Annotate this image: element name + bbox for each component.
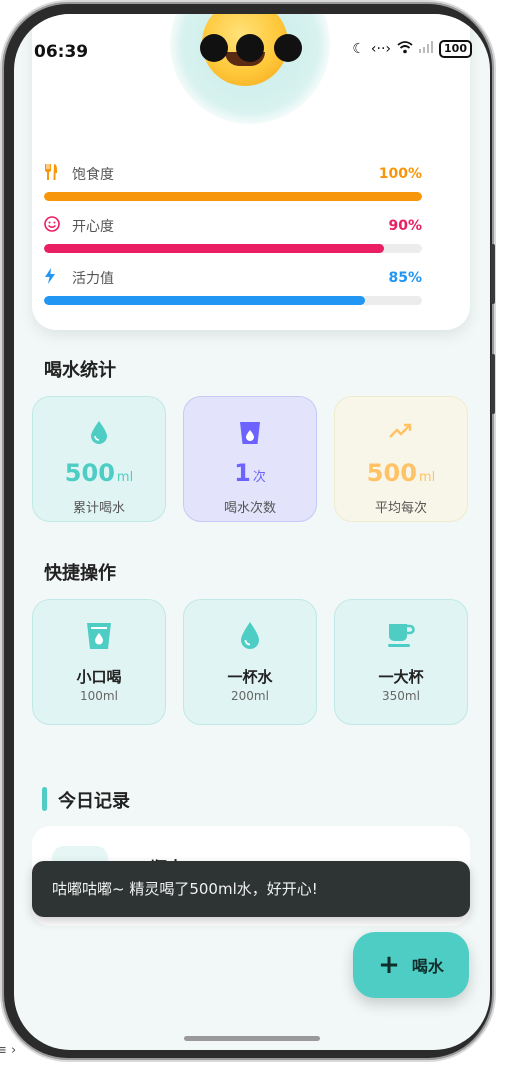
data-arrows-icon: ‹··› (370, 41, 392, 57)
camera-dot (236, 34, 264, 62)
quick-action-small-sip[interactable]: 小口喝 100ml (32, 599, 166, 725)
progress-track (44, 296, 422, 305)
cup-icon (184, 421, 316, 445)
tile-label: 平均每次 (374, 501, 427, 516)
quick-action-name: 一杯水 (227, 668, 273, 686)
moon-icon: ☾ (352, 41, 365, 57)
quick-action-amount: 350ml (382, 689, 420, 703)
progress-track (44, 244, 422, 253)
stat-label: 活力值 (72, 271, 114, 287)
status-icons: ☾ ‹··› 100 (352, 40, 472, 58)
home-indicator[interactable] (184, 1036, 320, 1041)
quick-action-amount: 200ml (231, 689, 269, 703)
progress-fill (44, 192, 422, 201)
stat-value: 85% (388, 270, 422, 286)
camera-dot (274, 34, 302, 62)
signal-icon (419, 41, 434, 57)
stat-label: 饱食度 (72, 167, 114, 183)
water-drop-icon (184, 622, 316, 649)
stat-value: 100% (378, 166, 422, 182)
toast-message: 咕嘟咕嘟~ 精灵喝了500ml水，好开心! (32, 861, 470, 917)
water-drop-icon (33, 421, 165, 445)
side-button (491, 244, 495, 304)
quick-action-one-cup[interactable]: 一杯水 200ml (183, 599, 317, 725)
smile-icon (44, 216, 64, 236)
battery-indicator: 100 (439, 40, 472, 58)
tile-value: 500 ml (64, 459, 134, 487)
quick-action-name: 一大杯 (378, 668, 424, 686)
stat-energy: 活力值 85% (44, 268, 422, 305)
tile-label: 累计喝水 (72, 501, 125, 516)
quick-action-amount: 100ml (80, 689, 118, 703)
stat-tile-total: 500 ml 累计喝水 (32, 396, 166, 522)
tile-label: 喝水次数 (223, 501, 276, 516)
section-title-quick-actions: 快捷操作 (44, 563, 116, 584)
cup-icon (33, 622, 165, 649)
coffee-icon (335, 622, 467, 647)
quick-action-name: 小口喝 (76, 668, 122, 686)
stat-tile-average: 500 ml 平均每次 (334, 396, 468, 522)
stat-tile-count: 1次 喝水次数 (183, 396, 317, 522)
background-menu-text: ≡ › (0, 1043, 17, 1058)
camera-dot (200, 34, 228, 62)
side-button (491, 354, 495, 414)
fork-knife-icon (44, 164, 64, 184)
progress-fill (44, 244, 385, 253)
stat-satiety: 饱食度 100% (44, 164, 422, 201)
progress-fill (44, 296, 366, 305)
stat-label: 开心度 (72, 219, 114, 235)
status-time: 06:39 (34, 42, 89, 62)
quick-action-big-cup[interactable]: 一大杯 350ml (334, 599, 468, 725)
section-title-records: 今日记录 (58, 791, 130, 812)
progress-track (44, 192, 422, 201)
app-screen: 06:39 ☾ ‹··› 100 饱食度 100% 开心度 90% 活力值 85… (14, 14, 490, 1050)
phone-frame: 06:39 ☾ ‹··› 100 饱食度 100% 开心度 90% 活力值 85… (4, 4, 495, 1058)
trend-up-icon (335, 421, 467, 445)
wifi-icon (397, 40, 413, 58)
tile-value: 500 ml (366, 459, 436, 487)
tile-value: 1次 (234, 459, 266, 487)
bolt-icon (44, 268, 64, 288)
stat-happiness: 开心度 90% (44, 216, 422, 253)
plus-icon: + (378, 950, 400, 980)
stat-value: 90% (388, 218, 422, 234)
section-accent-bar (42, 787, 47, 811)
status-bar: 06:39 ☾ ‹··› 100 (14, 14, 490, 62)
section-title-drink-stats: 喝水统计 (44, 360, 116, 381)
drink-water-button[interactable]: + 喝水 (353, 932, 469, 998)
drink-water-label: 喝水 (411, 957, 444, 976)
